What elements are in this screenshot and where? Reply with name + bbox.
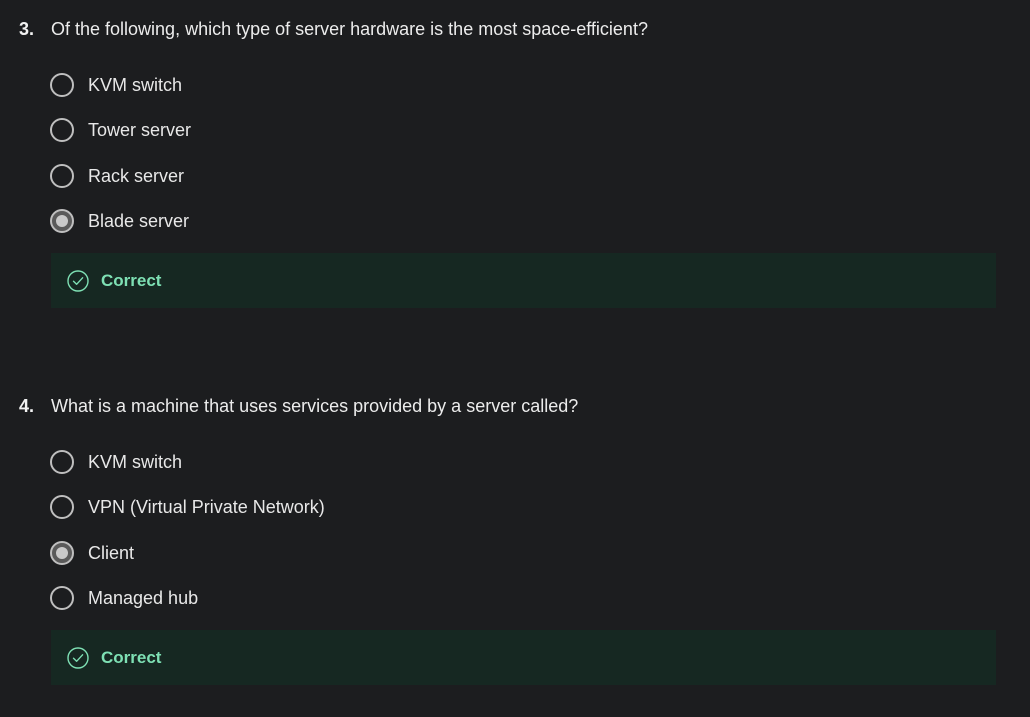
option-label: Rack server bbox=[88, 165, 185, 186]
answer-options: KVM switch VPN (Virtual Private Network)… bbox=[50, 450, 325, 631]
option-label: Blade server bbox=[88, 210, 190, 231]
option-kvm-switch[interactable]: KVM switch bbox=[50, 73, 191, 118]
option-kvm-switch[interactable]: KVM switch bbox=[50, 450, 325, 495]
radio-button[interactable] bbox=[50, 118, 74, 143]
question-number: 3. bbox=[19, 18, 35, 39]
option-managed-hub[interactable]: Managed hub bbox=[50, 585, 325, 631]
radio-button-selected[interactable] bbox=[50, 208, 74, 233]
quiz-page: 3. Of the following, which type of serve… bbox=[0, 0, 1030, 717]
answer-options: KVM switch Tower server Rack server Blad… bbox=[50, 73, 191, 254]
question-text: Of the following, which type of server h… bbox=[51, 18, 648, 39]
radio-button[interactable] bbox=[50, 585, 74, 610]
option-tower-server[interactable]: Tower server bbox=[50, 118, 191, 163]
radio-button[interactable] bbox=[50, 163, 74, 188]
feedback-banner: Correct bbox=[51, 253, 996, 308]
radio-button[interactable] bbox=[50, 495, 74, 520]
radio-button-selected[interactable] bbox=[50, 540, 74, 565]
check-circle-icon bbox=[67, 269, 89, 292]
option-label: Tower server bbox=[88, 120, 192, 141]
radio-button[interactable] bbox=[50, 450, 74, 474]
option-blade-server[interactable]: Blade server bbox=[50, 208, 191, 254]
option-label: Managed hub bbox=[88, 587, 199, 608]
radio-button[interactable] bbox=[50, 73, 74, 97]
option-label: Client bbox=[88, 542, 135, 563]
question-header: 4. What is a machine that uses services … bbox=[19, 394, 578, 418]
feedback-banner: Correct bbox=[51, 630, 996, 685]
check-circle-icon bbox=[67, 646, 89, 669]
option-rack-server[interactable]: Rack server bbox=[50, 163, 191, 209]
feedback-text: Correct bbox=[101, 647, 162, 667]
option-label: KVM switch bbox=[88, 75, 183, 95]
question-header: 3. Of the following, which type of serve… bbox=[19, 17, 648, 41]
question-text: What is a machine that uses services pro… bbox=[51, 395, 579, 416]
option-label: KVM switch bbox=[88, 452, 183, 472]
option-client[interactable]: Client bbox=[50, 540, 325, 586]
question-number: 4. bbox=[19, 395, 35, 416]
feedback-text: Correct bbox=[101, 270, 162, 290]
option-vpn[interactable]: VPN (Virtual Private Network) bbox=[50, 495, 325, 540]
option-label: VPN (Virtual Private Network) bbox=[88, 497, 325, 518]
